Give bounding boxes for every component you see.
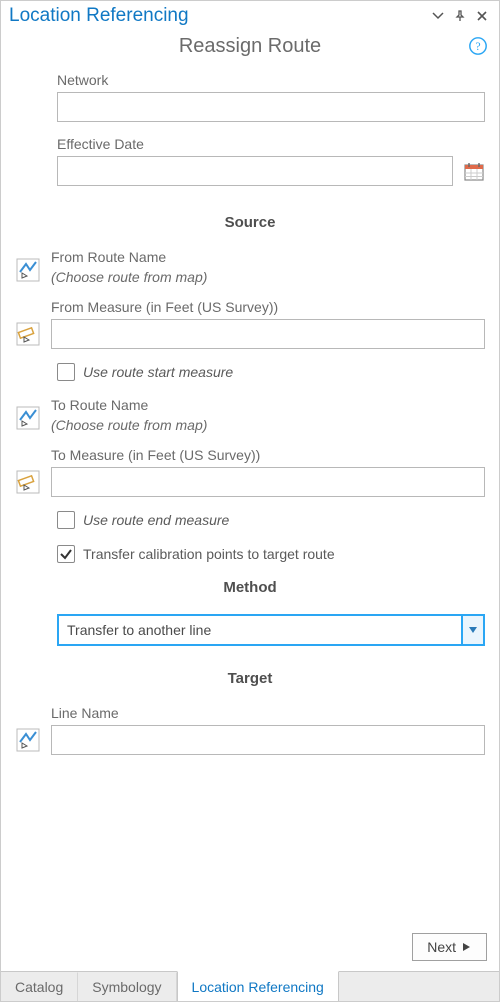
svg-text:?: ? xyxy=(475,39,480,53)
line-name-label: Line Name xyxy=(51,705,485,721)
calendar-icon[interactable] xyxy=(463,160,485,182)
pane-title: Location Referencing xyxy=(9,5,425,27)
options-dropdown-icon[interactable] xyxy=(429,7,447,25)
pick-to-route-icon[interactable] xyxy=(15,405,41,431)
effective-date-label: Effective Date xyxy=(57,136,453,152)
to-measure-input[interactable] xyxy=(51,467,485,497)
transfer-calibration-checkbox[interactable] xyxy=(57,545,75,563)
pin-icon[interactable] xyxy=(451,7,469,25)
use-end-measure-checkbox[interactable] xyxy=(57,511,75,529)
method-section-title: Method xyxy=(15,579,485,596)
from-measure-input[interactable] xyxy=(51,319,485,349)
method-select[interactable]: Transfer to another line xyxy=(57,614,485,646)
use-start-measure-checkbox[interactable] xyxy=(57,363,75,381)
to-route-hint: (Choose route from map) xyxy=(51,417,485,433)
to-measure-label: To Measure (in Feet (US Survey)) xyxy=(51,447,485,463)
tab-location-referencing[interactable]: Location Referencing xyxy=(177,971,339,1001)
page-title: Reassign Route xyxy=(1,35,499,58)
tabs-filler xyxy=(339,972,499,1001)
help-icon[interactable]: ? xyxy=(467,35,489,57)
next-arrow-icon xyxy=(462,942,472,952)
target-section-title: Target xyxy=(15,670,485,687)
from-measure-label: From Measure (in Feet (US Survey)) xyxy=(51,299,485,315)
transfer-calibration-label: Transfer calibration points to target ro… xyxy=(83,546,335,562)
network-input[interactable] xyxy=(57,92,485,122)
bottom-tabs: Catalog Symbology Location Referencing xyxy=(1,971,499,1001)
from-route-label: From Route Name xyxy=(51,249,485,265)
network-label: Network xyxy=(57,72,485,88)
next-button-label: Next xyxy=(427,939,456,955)
source-section-title: Source xyxy=(15,214,485,231)
tab-symbology[interactable]: Symbology xyxy=(78,972,176,1001)
to-route-label: To Route Name xyxy=(51,397,485,413)
pick-line-icon[interactable] xyxy=(15,727,41,753)
use-end-measure-label: Use route end measure xyxy=(83,512,229,528)
method-select-value[interactable]: Transfer to another line xyxy=(57,614,461,646)
tab-catalog[interactable]: Catalog xyxy=(1,972,78,1001)
use-start-measure-label: Use route start measure xyxy=(83,364,233,380)
close-icon[interactable] xyxy=(473,7,491,25)
pick-from-measure-icon[interactable] xyxy=(15,321,41,347)
next-button[interactable]: Next xyxy=(412,933,487,961)
method-select-button[interactable] xyxy=(461,614,485,646)
pick-to-measure-icon[interactable] xyxy=(15,469,41,495)
from-route-hint: (Choose route from map) xyxy=(51,269,485,285)
effective-date-input[interactable] xyxy=(57,156,453,186)
pick-from-route-icon[interactable] xyxy=(15,257,41,283)
line-name-input[interactable] xyxy=(51,725,485,755)
